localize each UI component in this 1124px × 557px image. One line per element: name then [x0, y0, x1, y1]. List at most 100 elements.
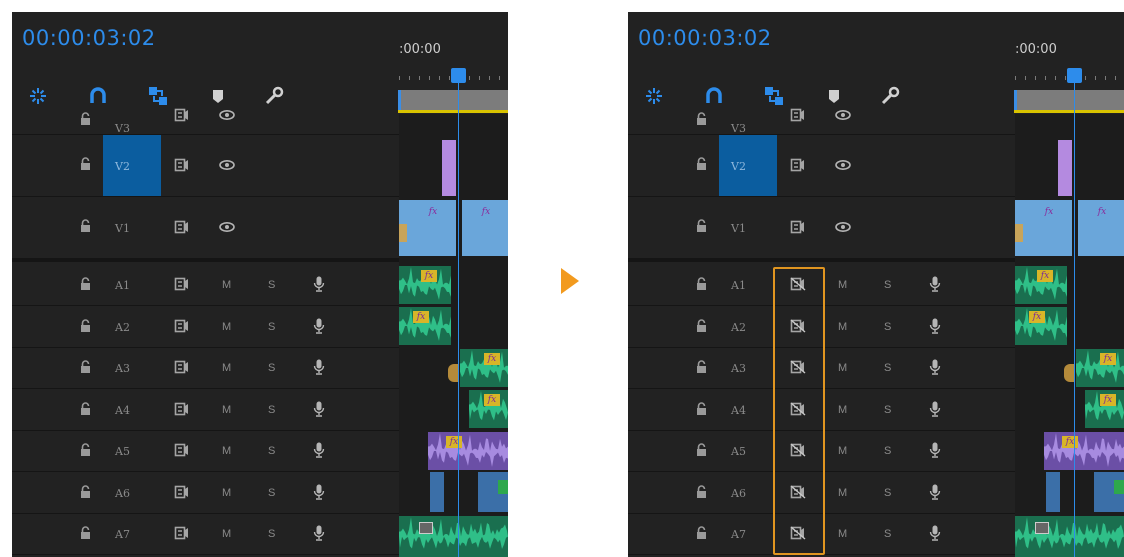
mute-button[interactable]: M	[222, 362, 231, 374]
lock-icon[interactable]	[78, 443, 92, 456]
clip-v2[interactable]	[1058, 140, 1072, 196]
wrench-icon[interactable]	[878, 84, 902, 108]
fx-badge[interactable]: fx	[1062, 436, 1078, 448]
mic-icon[interactable]	[927, 317, 943, 335]
mute-button[interactable]: M	[838, 487, 847, 499]
clip-a2[interactable]: fx	[399, 307, 451, 345]
lock-icon[interactable]	[694, 443, 708, 456]
clip-a5[interactable]: fx	[428, 432, 508, 470]
clip-a5[interactable]: fx	[1044, 432, 1124, 470]
lock-icon[interactable]	[78, 526, 92, 539]
marker-icon[interactable]	[822, 84, 846, 108]
clip-a6-b[interactable]	[1094, 472, 1124, 512]
fx-badge[interactable]: fx	[1094, 206, 1110, 218]
clip-v2[interactable]	[442, 140, 456, 196]
mic-icon[interactable]	[927, 524, 943, 542]
clip-v1-a[interactable]: fx	[399, 200, 456, 256]
lock-icon[interactable]	[78, 277, 92, 290]
solo-button[interactable]: S	[268, 362, 275, 374]
marker-icon[interactable]	[206, 84, 230, 108]
fx-badge[interactable]: fx	[1037, 270, 1053, 282]
work-area-bar[interactable]	[1014, 90, 1124, 110]
clip-a6-a[interactable]	[1046, 472, 1060, 512]
clip-a6-a[interactable]	[430, 472, 444, 512]
mute-button[interactable]: M	[838, 321, 847, 333]
mute-button[interactable]: M	[838, 404, 847, 416]
timecode-display[interactable]: 00:00:03:02	[22, 26, 156, 50]
snap-icon[interactable]	[642, 84, 666, 108]
lock-icon[interactable]	[694, 319, 708, 332]
clip-a6-b[interactable]	[478, 472, 508, 512]
sync-lock-icon[interactable]	[172, 318, 192, 334]
solo-button[interactable]: S	[884, 487, 891, 499]
solo-button[interactable]: S	[884, 445, 891, 457]
solo-button[interactable]: S	[268, 528, 275, 540]
mic-icon[interactable]	[311, 524, 327, 542]
mic-icon[interactable]	[927, 483, 943, 501]
sync-lock-icon[interactable]	[172, 401, 192, 417]
mic-icon[interactable]	[927, 358, 943, 376]
fx-badge[interactable]: fx	[1100, 353, 1116, 365]
clip-a7[interactable]	[1015, 516, 1124, 557]
clip-a3[interactable]: fx	[460, 349, 508, 387]
eye-icon[interactable]	[833, 108, 853, 122]
mic-icon[interactable]	[927, 275, 943, 293]
eye-icon[interactable]	[217, 108, 237, 122]
clip-a4[interactable]: fx	[1085, 390, 1124, 428]
fx-badge[interactable]: fx	[1029, 311, 1045, 323]
fx-badge[interactable]: fx	[484, 353, 500, 365]
magnet-icon[interactable]	[702, 84, 726, 108]
sync-lock-icon[interactable]	[788, 157, 808, 173]
eye-icon[interactable]	[833, 219, 853, 235]
fx-badge[interactable]: fx	[446, 436, 462, 448]
fx-badge[interactable]: fx	[484, 394, 500, 406]
clip-v1-a[interactable]: fx	[1015, 200, 1072, 256]
mute-button[interactable]: M	[838, 528, 847, 540]
work-area-bar[interactable]	[398, 90, 508, 110]
lock-icon[interactable]	[694, 157, 708, 170]
clip-v1-b[interactable]: fx	[1078, 200, 1124, 256]
mute-button[interactable]: M	[222, 279, 231, 291]
lock-icon[interactable]	[78, 402, 92, 415]
wrench-icon[interactable]	[262, 84, 286, 108]
solo-button[interactable]: S	[884, 321, 891, 333]
fx-badge[interactable]: fx	[425, 206, 441, 218]
sync-lock-icon[interactable]	[172, 157, 192, 173]
video-audio-divider[interactable]	[628, 259, 1015, 262]
snap-icon[interactable]	[26, 84, 50, 108]
fx-badge[interactable]: fx	[421, 270, 437, 282]
playhead-line[interactable]	[1074, 78, 1075, 557]
mic-icon[interactable]	[311, 358, 327, 376]
sync-lock-icon[interactable]	[172, 484, 192, 500]
clip-a2[interactable]: fx	[1015, 307, 1067, 345]
solo-button[interactable]: S	[268, 321, 275, 333]
solo-button[interactable]: S	[884, 279, 891, 291]
magnet-icon[interactable]	[86, 84, 110, 108]
fx-badge[interactable]: fx	[478, 206, 494, 218]
lock-icon[interactable]	[694, 485, 708, 498]
solo-button[interactable]: S	[268, 445, 275, 457]
sync-lock-icon[interactable]	[788, 219, 808, 235]
transition-marker[interactable]	[1064, 364, 1074, 382]
lock-icon[interactable]	[694, 277, 708, 290]
timecode-display[interactable]: 00:00:03:02	[638, 26, 772, 50]
clip-a1[interactable]: fx	[1015, 266, 1067, 304]
solo-button[interactable]: S	[884, 362, 891, 374]
sync-lock-icon[interactable]	[172, 359, 192, 375]
clip-v1-b[interactable]: fx	[462, 200, 508, 256]
clip-a1[interactable]: fx	[399, 266, 451, 304]
clip-a4[interactable]: fx	[469, 390, 508, 428]
sync-lock-icon[interactable]	[172, 108, 192, 122]
sync-lock-icon[interactable]	[172, 442, 192, 458]
mute-button[interactable]: M	[222, 321, 231, 333]
playhead-line[interactable]	[458, 78, 459, 557]
fx-badge[interactable]: fx	[1100, 394, 1116, 406]
solo-button[interactable]: S	[884, 404, 891, 416]
mute-button[interactable]: M	[838, 445, 847, 457]
lock-icon[interactable]	[694, 112, 708, 125]
mic-icon[interactable]	[311, 441, 327, 459]
fx-badge[interactable]: fx	[413, 311, 429, 323]
solo-button[interactable]: S	[268, 404, 275, 416]
fx-badge[interactable]: fx	[1041, 206, 1057, 218]
linked-selection-icon[interactable]	[762, 84, 786, 108]
